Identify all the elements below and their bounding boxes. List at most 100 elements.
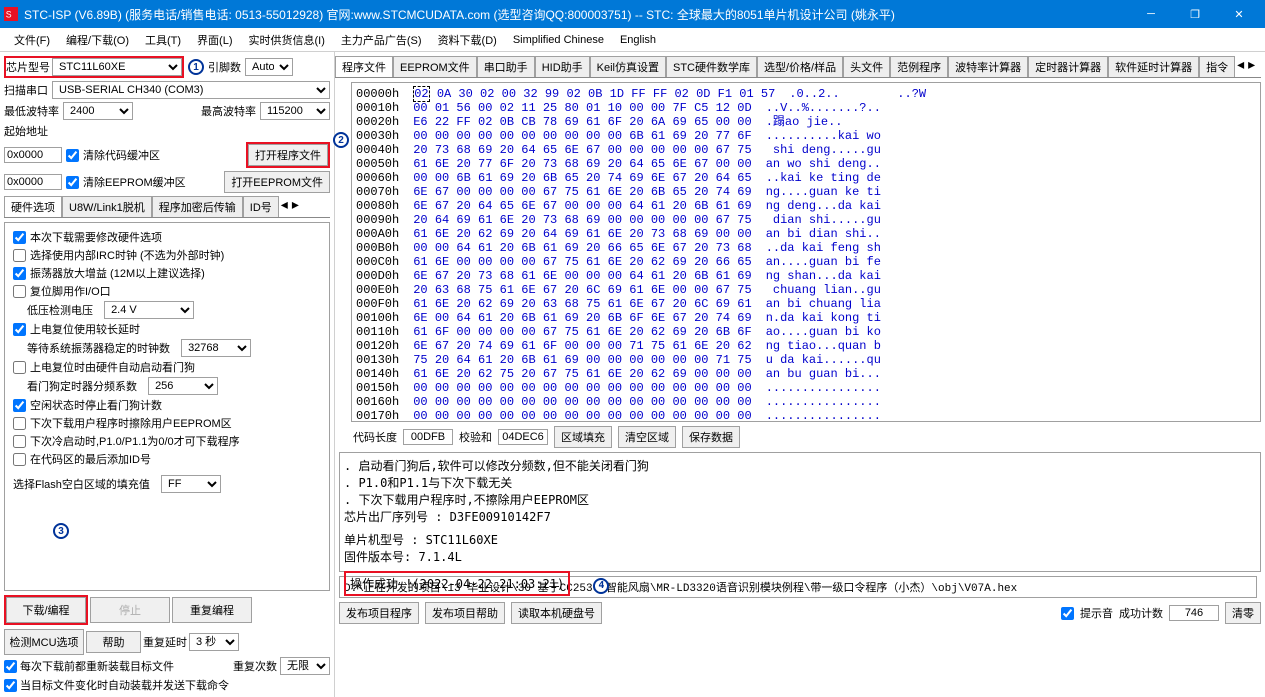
lowvolt-select[interactable]: 2.4 V: [104, 301, 194, 319]
right-tab-4[interactable]: Keil仿真设置: [590, 56, 666, 77]
clear-code-check[interactable]: [66, 149, 79, 162]
chip-label: 芯片型号: [6, 59, 50, 75]
repeat-delay-select[interactable]: 3 秒: [189, 633, 239, 651]
menu-file[interactable]: 文件(F): [6, 30, 58, 50]
window-title: STC-ISP (V6.89B) (服务电话/销售电话: 0513-550129…: [24, 6, 1129, 23]
publish-project-button[interactable]: 发布项目程序: [339, 602, 419, 624]
minbaud-select[interactable]: 2400: [63, 102, 133, 120]
hw-c13[interactable]: [13, 453, 26, 466]
tabs-right-arrow[interactable]: ▸: [290, 196, 301, 217]
beep-check[interactable]: [1061, 607, 1074, 620]
right-tab-6[interactable]: 选型/价格/样品: [757, 56, 843, 77]
read-disk-button[interactable]: 读取本机硬盘号: [511, 602, 602, 624]
hw-c12[interactable]: [13, 435, 26, 448]
app-icon: S: [4, 7, 18, 21]
serial-port-select[interactable]: USB-SERIAL CH340 (COM3): [52, 81, 330, 99]
right-tab-3[interactable]: HID助手: [535, 56, 590, 77]
hw-c1[interactable]: [13, 231, 26, 244]
maximize-button[interactable]: ❐: [1173, 0, 1217, 28]
hw-c6[interactable]: [13, 323, 26, 336]
right-tab-1[interactable]: EEPROM文件: [393, 56, 477, 77]
tab-hardware-options[interactable]: 硬件选项: [4, 196, 62, 217]
left-panel: 芯片型号 STC11L60XE 1 引脚数 Auto 扫描串口 USB-SERI…: [0, 52, 335, 697]
minimize-button[interactable]: ─: [1129, 0, 1173, 28]
hw-c8[interactable]: [13, 361, 26, 374]
right-tab-9[interactable]: 波特率计算器: [948, 56, 1028, 77]
open-code-button[interactable]: 打开程序文件: [248, 144, 328, 166]
detect-mcu-button[interactable]: 检测MCU选项: [4, 629, 84, 655]
menu-simplified[interactable]: Simplified Chinese: [505, 32, 612, 48]
menu-ui[interactable]: 界面(L): [189, 30, 240, 50]
maxbaud-label: 最高波特率: [201, 103, 256, 119]
clear-eeprom-check[interactable]: [66, 176, 79, 189]
close-button[interactable]: ✕: [1217, 0, 1261, 28]
title-bar: S STC-ISP (V6.89B) (服务电话/销售电话: 0513-5501…: [0, 0, 1265, 28]
svg-text:S: S: [6, 10, 12, 20]
codelen-field[interactable]: [403, 429, 453, 445]
code-addr-input[interactable]: [4, 147, 62, 163]
pincount-label: 引脚数: [208, 59, 241, 75]
maxbaud-select[interactable]: 115200: [260, 102, 330, 120]
menu-ad[interactable]: 主力产品广告(S): [333, 30, 430, 50]
reprogram-button[interactable]: 重复编程: [172, 597, 252, 623]
menu-program[interactable]: 编程/下载(O): [58, 30, 137, 50]
hex-viewer[interactable]: 00000h02 0A 30 02 00 32 99 02 0B 1D FF F…: [351, 82, 1261, 422]
reload-check[interactable]: [4, 660, 17, 673]
checksum-field[interactable]: [498, 429, 548, 445]
waitclk-select[interactable]: 32768: [181, 339, 251, 357]
success-message: 操作成功 !(2022-04-22 21:03:21): [350, 577, 564, 591]
autoreload-check[interactable]: [4, 679, 17, 692]
chip-select[interactable]: STC11L60XE: [52, 58, 182, 76]
right-tab-10[interactable]: 定时器计算器: [1028, 56, 1108, 77]
tab-encrypt[interactable]: 程序加密后传输: [152, 196, 243, 217]
tab-id[interactable]: ID号: [243, 196, 279, 217]
right-panel: 程序文件EEPROM文件串口助手HID助手Keil仿真设置STC硬件数学库选型/…: [335, 52, 1265, 697]
clear-count-button[interactable]: 清零: [1225, 602, 1261, 624]
menu-download[interactable]: 资料下载(D): [430, 30, 505, 50]
annotation-1: 1: [188, 59, 204, 75]
help-button[interactable]: 帮助: [86, 631, 141, 653]
hw-c2[interactable]: [13, 249, 26, 262]
annotation-2: 2: [333, 132, 349, 148]
menu-english[interactable]: English: [612, 32, 664, 48]
download-button[interactable]: 下载/编程: [6, 597, 86, 623]
success-count[interactable]: [1169, 605, 1219, 621]
publish-help-button[interactable]: 发布项目帮助: [425, 602, 505, 624]
wdt-divider-select[interactable]: 256: [148, 377, 218, 395]
right-tabs: 程序文件EEPROM文件串口助手HID助手Keil仿真设置STC硬件数学库选型/…: [335, 56, 1261, 78]
annotation-4: 4: [593, 578, 609, 594]
open-eeprom-button[interactable]: 打开EEPROM文件: [224, 171, 330, 193]
scanport-label: 扫描串口: [4, 82, 48, 98]
right-tab-8[interactable]: 范例程序: [890, 56, 948, 77]
right-tab-2[interactable]: 串口助手: [477, 56, 535, 77]
right-tab-0[interactable]: 程序文件: [335, 56, 393, 77]
startaddr-label: 起始地址: [4, 123, 48, 139]
right-tab-11[interactable]: 软件延时计算器: [1108, 56, 1199, 77]
hw-c3[interactable]: [13, 267, 26, 280]
annotation-3: 3: [53, 523, 69, 539]
hw-c11[interactable]: [13, 417, 26, 430]
region-clear-button[interactable]: 清空区域: [618, 426, 676, 448]
right-tab-12[interactable]: 指令: [1199, 56, 1235, 77]
menu-realtime[interactable]: 实时供货信息(I): [241, 30, 333, 50]
hardware-options-panel: 本次下载需要修改硬件选项 选择使用内部IRC时钟 (不选为外部时钟) 振荡器放大…: [4, 222, 330, 591]
rtabs-left-arrow[interactable]: ◂: [1235, 56, 1246, 77]
log-area: . 启动看门狗后,软件可以修改分频数,但不能关闭看门狗 . P1.0和P1.1与…: [339, 452, 1261, 572]
rtabs-right-arrow[interactable]: ▸: [1246, 56, 1257, 77]
tabs-left-arrow[interactable]: ◂: [279, 196, 290, 217]
flash-fill-select[interactable]: FF: [161, 475, 221, 493]
eeprom-addr-input[interactable]: [4, 174, 62, 190]
menu-tools[interactable]: 工具(T): [137, 30, 189, 50]
save-data-button[interactable]: 保存数据: [682, 426, 740, 448]
hw-c4[interactable]: [13, 285, 26, 298]
pincount-select[interactable]: Auto: [245, 58, 293, 76]
region-fill-button[interactable]: 区域填充: [554, 426, 612, 448]
tab-u8w[interactable]: U8W/Link1脱机: [62, 196, 152, 217]
hw-c10[interactable]: [13, 399, 26, 412]
minbaud-label: 最低波特率: [4, 103, 59, 119]
menu-bar: 文件(F) 编程/下载(O) 工具(T) 界面(L) 实时供货信息(I) 主力产…: [0, 28, 1265, 52]
right-tab-5[interactable]: STC硬件数学库: [666, 56, 757, 77]
stop-button: 停止: [90, 597, 170, 623]
right-tab-7[interactable]: 头文件: [843, 56, 890, 77]
repeat-count-select[interactable]: 无限: [280, 657, 330, 675]
